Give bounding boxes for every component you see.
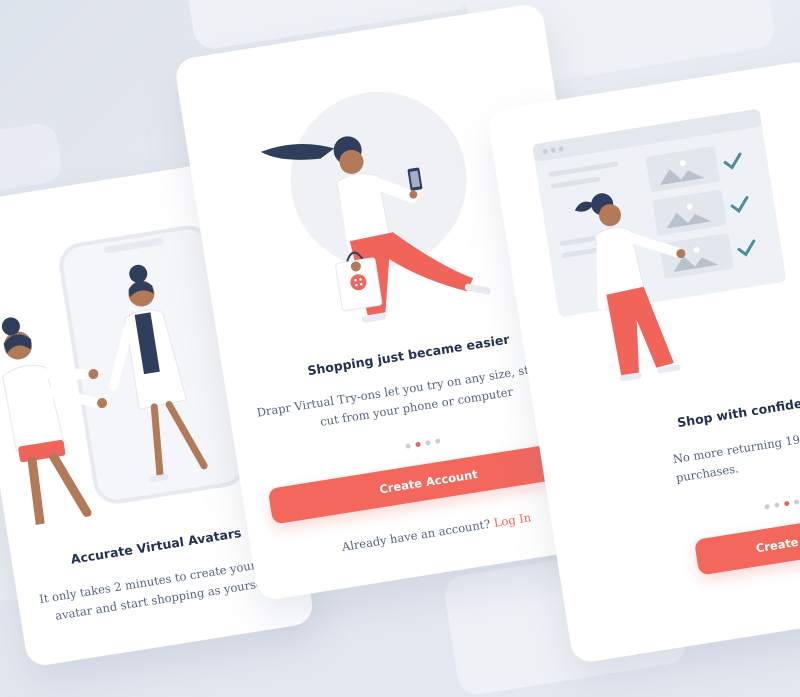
pagination-dot[interactable] [404,443,411,449]
pagination-dot[interactable] [773,502,780,509]
browser-review-illustration [532,109,786,382]
pagination-dots [761,499,800,510]
pagination-dot[interactable] [793,499,800,505]
pagination-dot-active[interactable] [414,441,421,448]
pagination-dot[interactable] [424,440,431,446]
pagination-dot[interactable] [763,503,770,510]
create-account-button[interactable]: Create Account [693,503,800,576]
pagination-dot-active[interactable] [783,500,790,507]
login-link[interactable]: Log In [493,510,532,530]
pagination-dot[interactable] [434,438,441,445]
login-prompt-text: Already have an account? [340,516,492,555]
